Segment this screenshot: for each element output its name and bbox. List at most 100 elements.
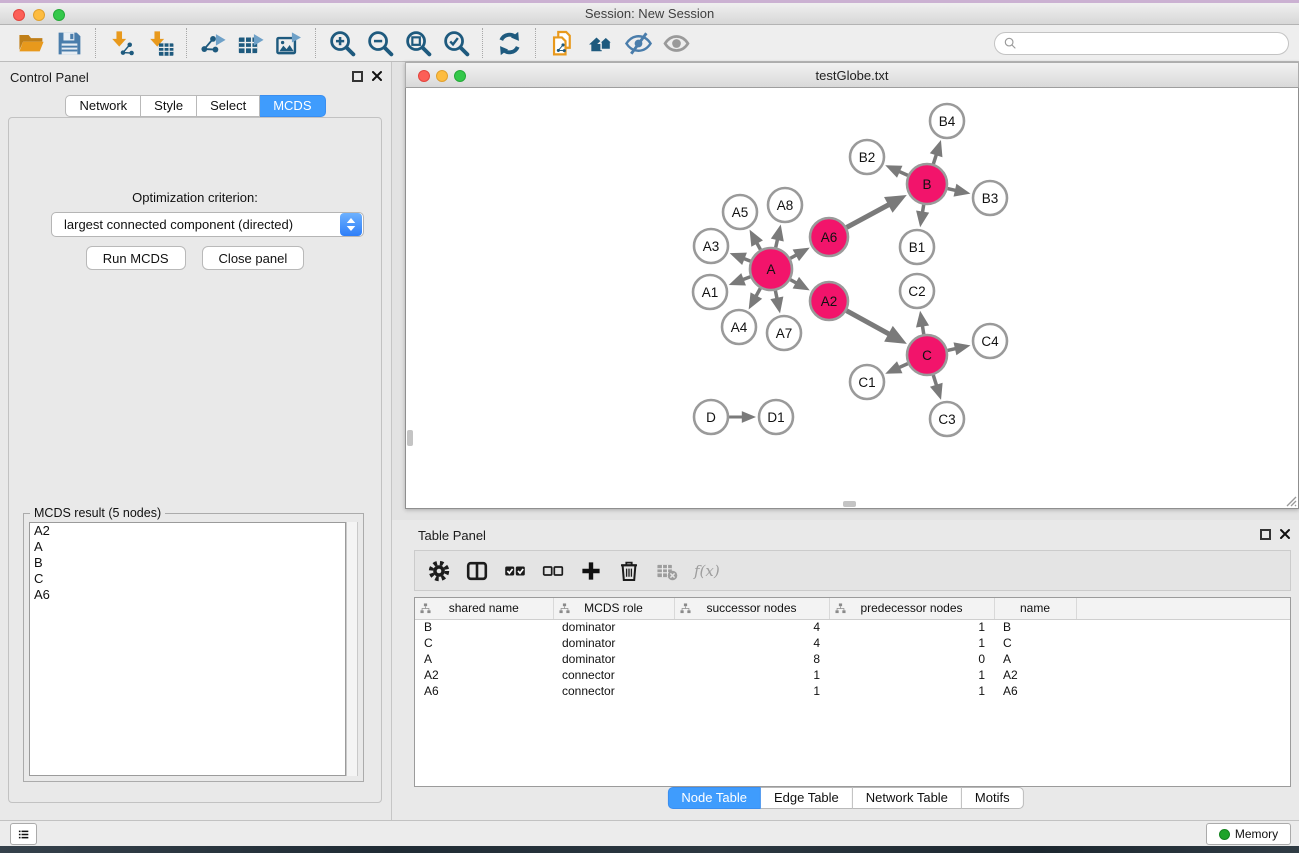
new-network-from-selection-button[interactable]: [543, 27, 581, 59]
arrowhead-B-B3: [954, 184, 971, 197]
split-column-button[interactable]: [459, 554, 495, 588]
tab-network-table[interactable]: Network Table: [853, 787, 962, 809]
table-cell: connector: [553, 683, 674, 699]
delete-table-icon: [655, 559, 679, 583]
graph-node-label-A2: A2: [821, 294, 838, 309]
table-cell: 1: [829, 619, 994, 635]
table-cell: A6: [994, 683, 1076, 699]
arrowhead-C-C4: [954, 342, 971, 355]
open-file-button[interactable]: [12, 27, 50, 59]
show-graphics-eye-button[interactable]: [657, 27, 695, 59]
close-table-panel-icon[interactable]: [1279, 528, 1291, 540]
table-row[interactable]: Adominator80A: [415, 651, 1290, 667]
arrowhead-B-B1: [916, 211, 929, 228]
mcds-result-item[interactable]: A2: [30, 523, 345, 539]
export-image-button[interactable]: [270, 27, 308, 59]
import-network-button[interactable]: [103, 27, 141, 59]
mcds-tab-content: Optimization criterion: largest connecte…: [8, 117, 382, 803]
network-horizontal-scrollbar[interactable]: [843, 501, 856, 507]
table-cell: 1: [829, 683, 994, 699]
search-box[interactable]: [994, 32, 1289, 55]
mcds-result-item[interactable]: C: [30, 571, 345, 587]
column-header-shared-name[interactable]: shared name: [415, 598, 553, 619]
deselect-all-columns-button[interactable]: [535, 554, 571, 588]
column-header-MCDS-role[interactable]: MCDS role: [553, 598, 674, 619]
tab-style[interactable]: Style: [141, 95, 197, 117]
status-bar: Memory: [0, 820, 1299, 846]
criterion-dropdown[interactable]: largest connected component (directed): [51, 212, 364, 237]
tab-edge-table[interactable]: Edge Table: [761, 787, 853, 809]
refresh-view-button[interactable]: [490, 27, 528, 59]
deselect-all-columns-icon: [541, 559, 565, 583]
run-mcds-button[interactable]: Run MCDS: [86, 246, 186, 270]
toggle-graphics-details-button[interactable]: [619, 27, 657, 59]
zoom-fit-button[interactable]: [399, 27, 437, 59]
optimization-criterion-label: Optimization criterion:: [9, 190, 381, 205]
column-header-successor-nodes[interactable]: successor nodes: [674, 598, 829, 619]
table-cell: 4: [674, 619, 829, 635]
toggle-graphics-details-icon: [624, 29, 653, 58]
zoom-in-icon: [328, 29, 357, 58]
table-settings-button[interactable]: [421, 554, 457, 588]
delete-column-button[interactable]: [611, 554, 647, 588]
browser-home-button[interactable]: [581, 27, 619, 59]
mcds-result-item[interactable]: A: [30, 539, 345, 555]
table-cell-filler: [1076, 667, 1290, 683]
workspace-area: testGlobe.txt B4B2BB3A8A5A6A3B1AA1C2A2A4…: [392, 62, 1299, 820]
task-history-button[interactable]: [10, 823, 37, 845]
result-list-scrollbar[interactable]: [346, 522, 358, 776]
table-cell-filler: [1076, 619, 1290, 635]
zoom-selected-button[interactable]: [437, 27, 475, 59]
table-cell: A2: [415, 667, 553, 683]
table-row[interactable]: Cdominator41C: [415, 635, 1290, 651]
import-network-icon: [108, 29, 137, 58]
memory-button[interactable]: Memory: [1206, 823, 1291, 845]
graph-node-label-A5: A5: [732, 205, 749, 220]
float-panel-icon[interactable]: [352, 71, 363, 82]
select-all-columns-button[interactable]: [497, 554, 533, 588]
tab-motifs[interactable]: Motifs: [962, 787, 1024, 809]
close-panel-button[interactable]: Close panel: [202, 246, 305, 270]
tab-network[interactable]: Network: [65, 95, 141, 117]
attribute-tree-icon: [835, 603, 846, 614]
network-window-title: testGlobe.txt: [406, 68, 1298, 83]
arrowhead-A-A7: [770, 296, 783, 313]
control-panel-title: Control Panel: [10, 70, 89, 85]
table-cell: B: [415, 619, 553, 635]
save-session-button[interactable]: [50, 27, 88, 59]
add-column-button[interactable]: [573, 554, 609, 588]
graph-node-label-A7: A7: [776, 326, 793, 341]
column-header-name[interactable]: name: [994, 598, 1076, 619]
table-row[interactable]: A2connector11A2: [415, 667, 1290, 683]
table-row[interactable]: A6connector11A6: [415, 683, 1290, 699]
attribute-tree-icon: [559, 603, 570, 614]
close-panel-icon[interactable]: [371, 70, 383, 82]
table-cell: dominator: [553, 651, 674, 667]
network-vertical-scrollbar[interactable]: [407, 430, 413, 446]
search-input[interactable]: [1018, 36, 1280, 52]
window-resize-grip[interactable]: [1283, 493, 1297, 507]
zoom-in-button[interactable]: [323, 27, 361, 59]
mcds-result-item[interactable]: B: [30, 555, 345, 571]
export-table-button[interactable]: [232, 27, 270, 59]
table-panel-header: Table Panel: [392, 520, 1299, 550]
toolbar-separator: [95, 28, 96, 58]
table-cell: dominator: [553, 635, 674, 651]
import-table-button[interactable]: [141, 27, 179, 59]
tab-select[interactable]: Select: [197, 95, 260, 117]
export-network-button[interactable]: [194, 27, 232, 59]
list-icon: [17, 826, 30, 843]
zoom-out-button[interactable]: [361, 27, 399, 59]
column-header-predecessor-nodes[interactable]: predecessor nodes: [829, 598, 994, 619]
network-canvas[interactable]: B4B2BB3A8A5A6A3B1AA1C2A2A4A7C4CC1C3DD1: [405, 88, 1299, 509]
main-toolbar: [0, 25, 1299, 62]
float-table-panel-icon[interactable]: [1260, 529, 1271, 540]
table-row[interactable]: Bdominator41B: [415, 619, 1290, 635]
mcds-result-list: A2ABCA6: [29, 522, 346, 776]
tab-node-table[interactable]: Node Table: [667, 787, 761, 809]
attribute-tree-icon: [420, 603, 431, 614]
control-panel-header: Control Panel: [0, 62, 391, 92]
table-cell-filler: [1076, 635, 1290, 651]
mcds-result-item[interactable]: A6: [30, 587, 345, 603]
tab-mcds[interactable]: MCDS: [260, 95, 325, 117]
